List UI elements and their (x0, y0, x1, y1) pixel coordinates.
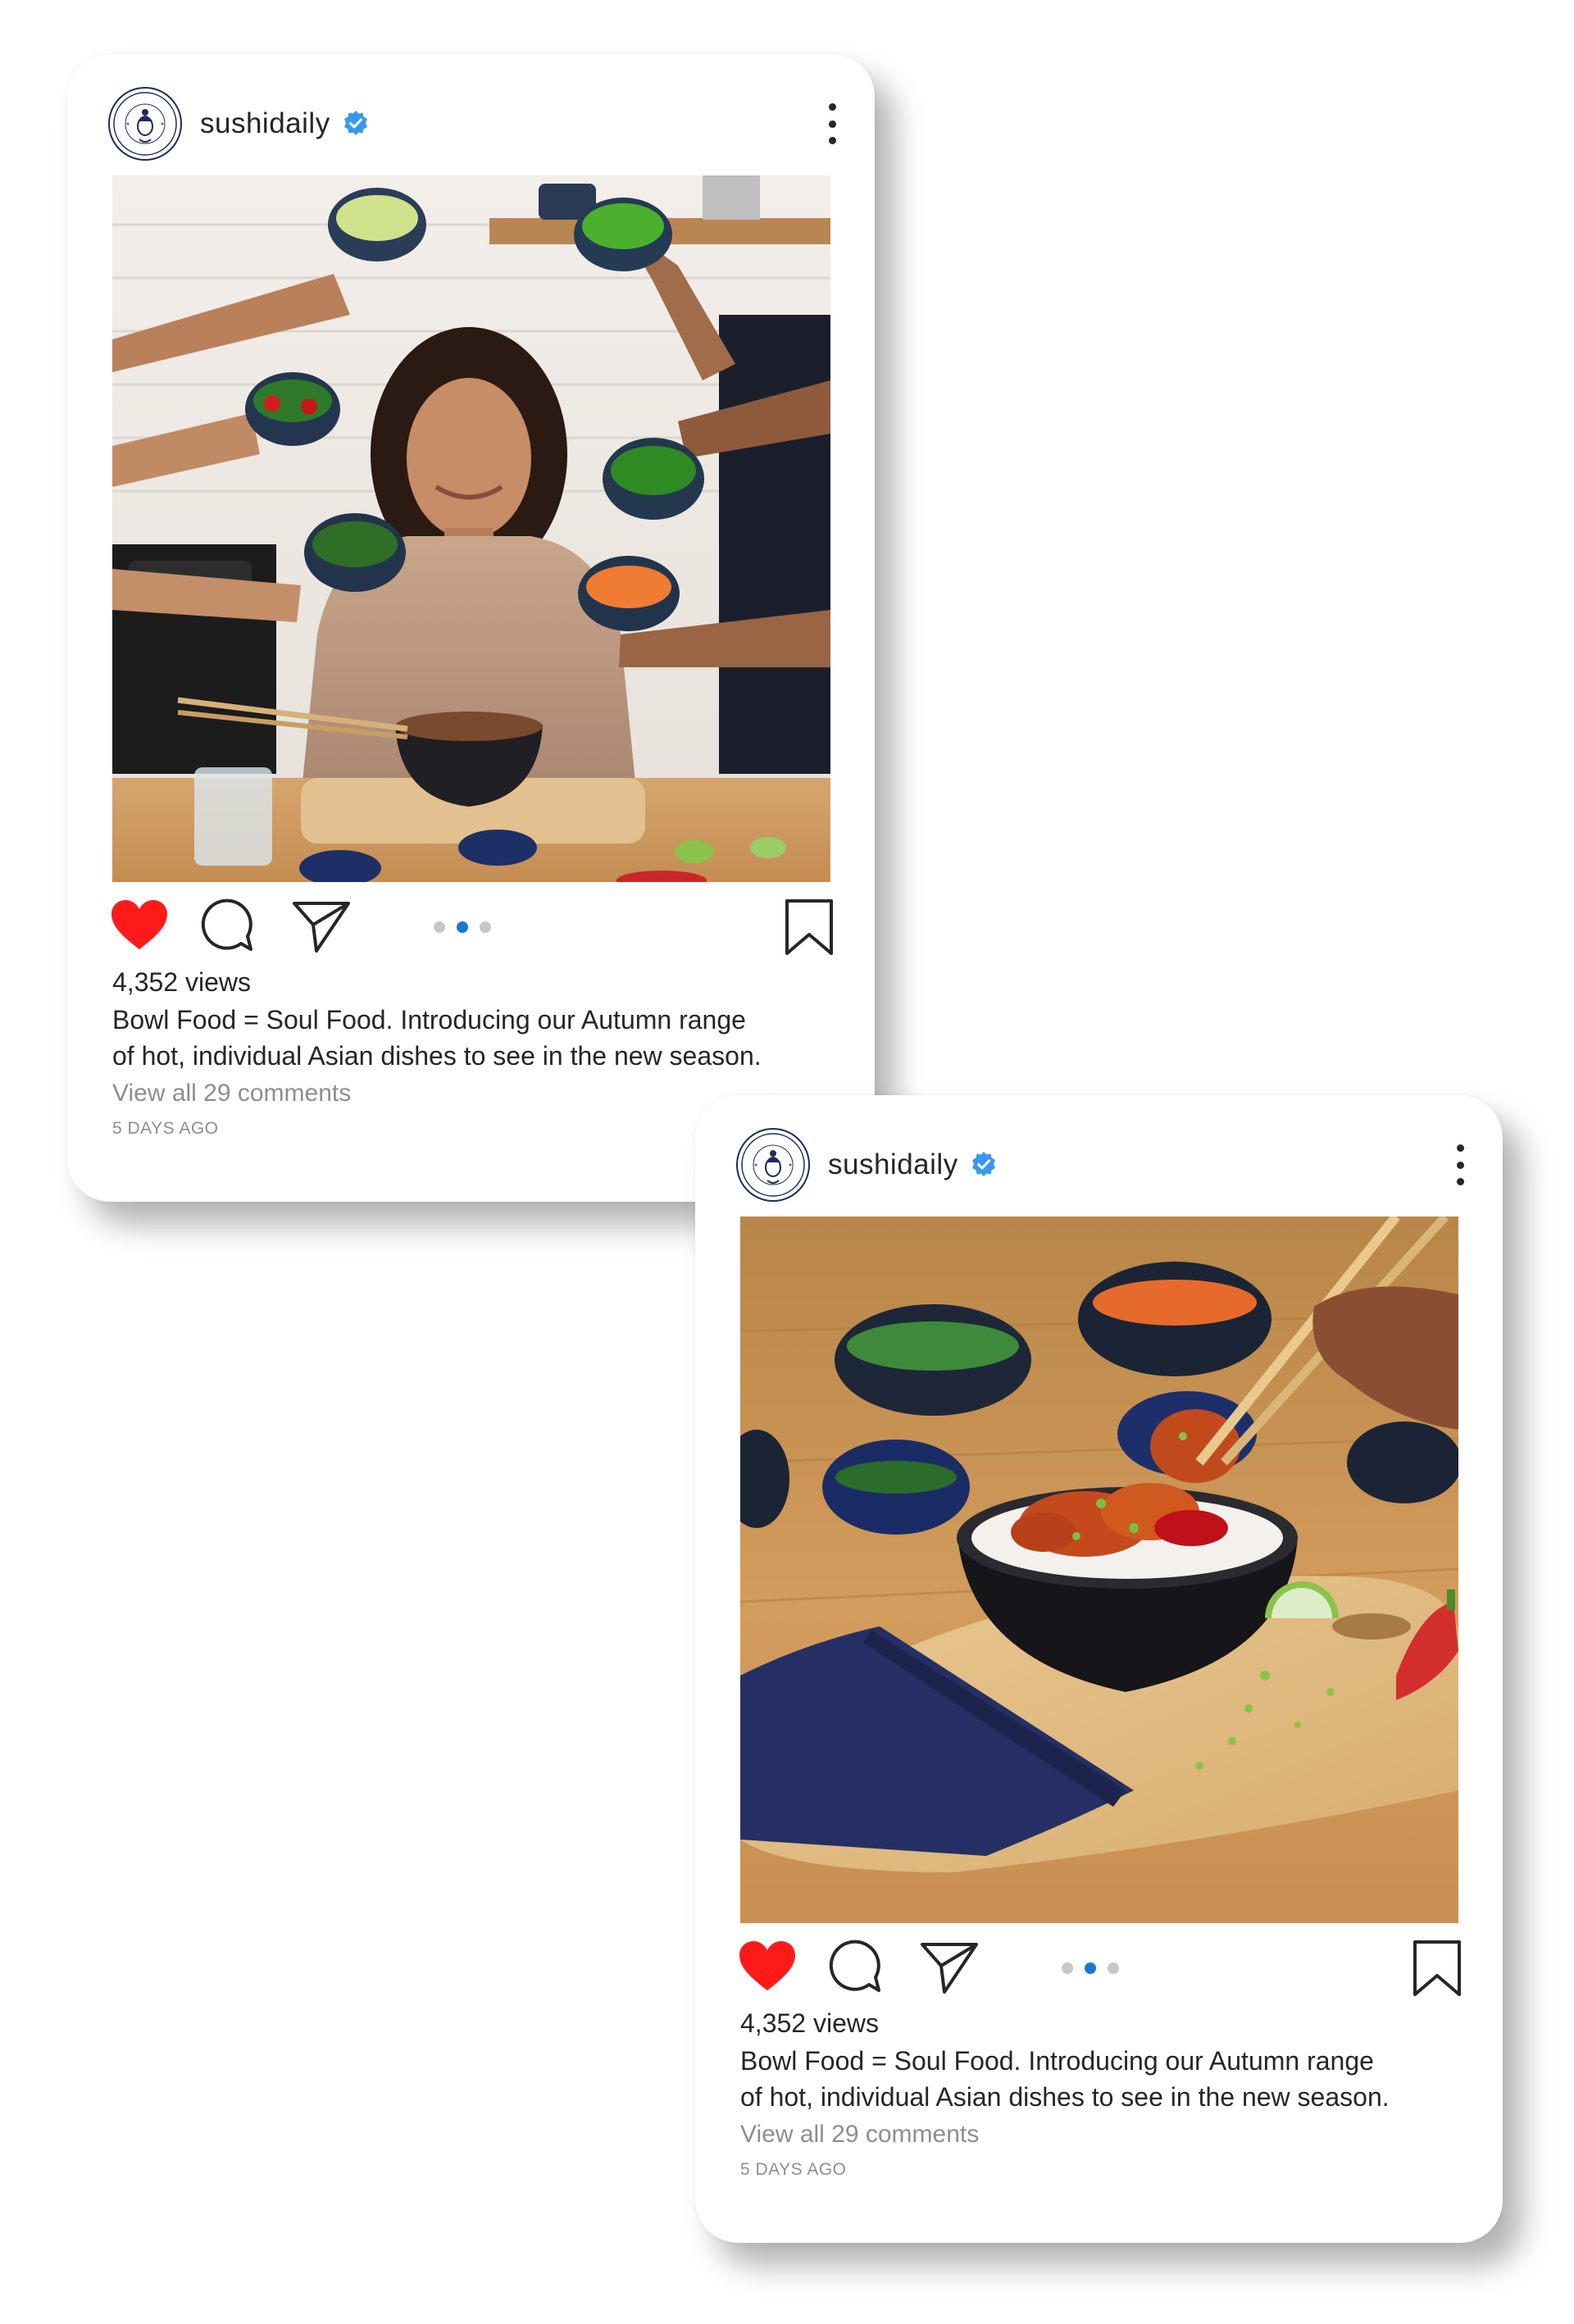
post-timestamp: 5 DAYS AGO (740, 2160, 847, 2179)
carousel-dot (1062, 1962, 1073, 1974)
carousel-dot (480, 921, 491, 933)
view-count: 4,352 views (112, 967, 251, 997)
carousel-dot (434, 921, 445, 933)
photo-chicken-rice-bowl-icon (740, 1217, 1458, 1923)
carousel-dot-active (1085, 1962, 1096, 1974)
action-row (110, 898, 835, 956)
bookmark-icon[interactable] (1412, 1940, 1463, 1997)
comment-icon[interactable] (200, 898, 254, 953)
caption-line: Bowl Food = Soul Food. Introducing our A… (740, 2046, 1374, 2076)
sushi-daily-logo-icon (741, 1133, 805, 1197)
view-comments-link[interactable]: View all 29 comments (740, 2117, 1478, 2153)
caption: Bowl Food = Soul Food. Introducing our A… (112, 1002, 850, 1074)
caption-line: of hot, individual Asian dishes to see i… (740, 2082, 1390, 2112)
caption-line: Bowl Food = Soul Food. Introducing our A… (112, 1005, 746, 1035)
caption: Bowl Food = Soul Food. Introducing our A… (740, 2043, 1478, 2115)
post-photo[interactable] (740, 1217, 1458, 1923)
like-heart-icon[interactable] (738, 1940, 797, 1992)
more-options-icon[interactable] (1452, 1144, 1468, 1185)
post-header: sushidaily (108, 87, 840, 161)
bookmark-icon[interactable] (784, 898, 835, 956)
view-count: 4,352 views (740, 2008, 879, 2038)
post-photo[interactable] (112, 175, 830, 882)
share-send-icon[interactable] (920, 1940, 979, 1995)
carousel-indicator (1062, 1962, 1119, 1974)
carousel-dot-active (457, 921, 468, 933)
carousel-dot (1108, 1962, 1119, 1974)
avatar[interactable] (108, 87, 182, 161)
photo-woman-with-bowls-icon (112, 175, 830, 882)
avatar[interactable] (736, 1128, 810, 1202)
action-row (738, 1940, 1463, 1997)
caption-line: of hot, individual Asian dishes to see i… (112, 1041, 762, 1071)
like-heart-icon[interactable] (110, 898, 169, 951)
username[interactable]: sushidaily (200, 107, 330, 140)
comment-icon[interactable] (828, 1940, 882, 1994)
username[interactable]: sushidaily (828, 1148, 958, 1181)
post-card: sushidaily 4,352 views Bowl Food = Soul … (695, 1095, 1503, 2243)
share-send-icon[interactable] (292, 898, 351, 954)
post-text: 4,352 views Bowl Food = Soul Food. Intro… (740, 2005, 1478, 2182)
carousel-indicator (434, 921, 491, 933)
verified-badge-icon (971, 1152, 995, 1176)
sushi-daily-logo-icon (113, 92, 177, 156)
post-header: sushidaily (736, 1128, 1468, 1202)
verified-badge-icon (343, 111, 367, 135)
more-options-icon[interactable] (824, 103, 840, 144)
post-card: sushidaily 4,352 views Bowl Food = Soul … (67, 54, 875, 1202)
